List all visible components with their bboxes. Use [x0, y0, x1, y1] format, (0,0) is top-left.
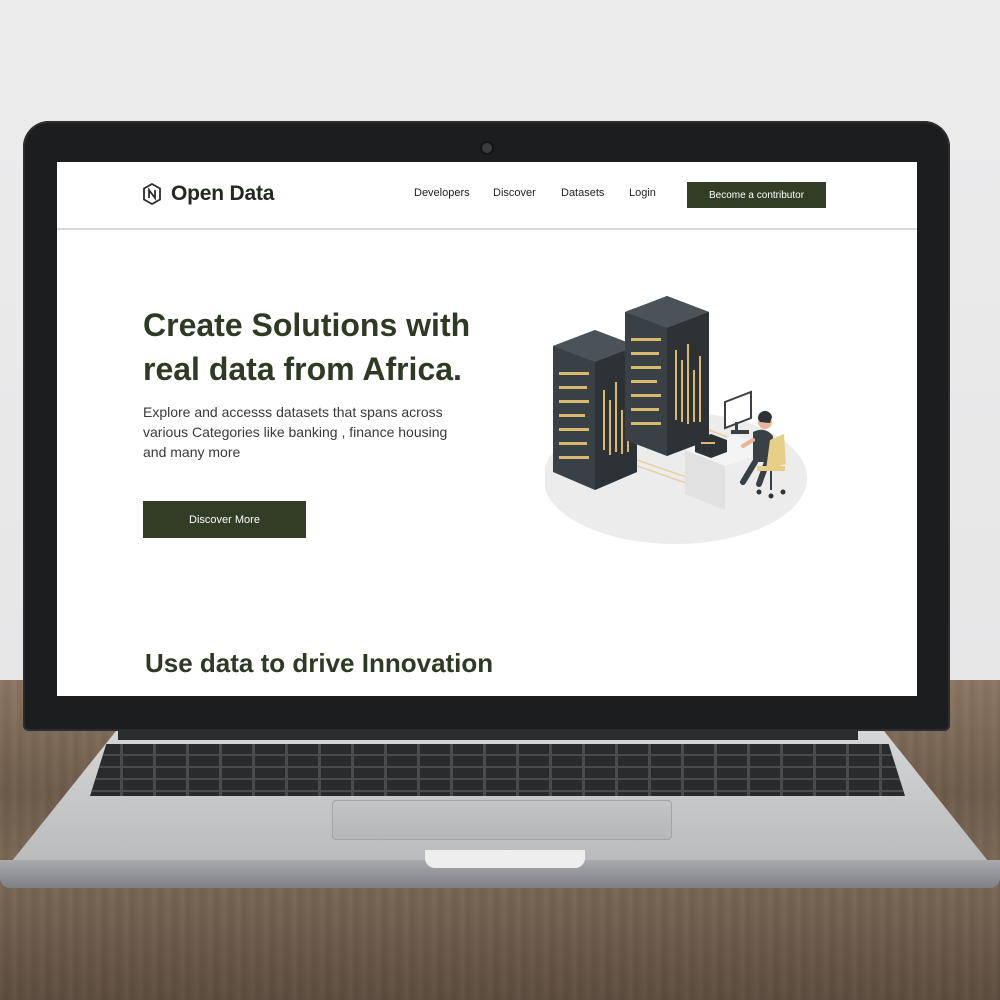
discover-more-button[interactable]: Discover More: [143, 501, 306, 538]
laptop-notch: [425, 850, 585, 868]
nav-login[interactable]: Login: [629, 187, 656, 199]
laptop-screen: Open Data Developers Discover Datasets L…: [57, 162, 917, 696]
hero-title-line-2: real data from Africa.: [143, 351, 462, 387]
nav-discover[interactable]: Discover: [493, 187, 536, 199]
hero-subtitle: Explore and accesss datasets that spans …: [143, 404, 448, 460]
become-contributor-button[interactable]: Become a contributor: [687, 182, 826, 208]
section-title: Use data to drive Innovation: [145, 648, 494, 678]
laptop-keyboard: [90, 744, 905, 796]
nav-datasets[interactable]: Datasets: [561, 187, 604, 199]
nav-developers[interactable]: Developers: [414, 187, 470, 199]
site-header: Open Data Developers Discover Datasets L…: [57, 162, 917, 230]
hero-title: Create Solutions with real data from Afr…: [143, 303, 523, 391]
hero-title-line-1: Create Solutions with: [143, 307, 471, 343]
laptop-trackpad: [332, 800, 672, 840]
site-logo[interactable]: Open Data: [143, 182, 274, 206]
hexagon-n-logo-icon: [143, 183, 161, 205]
brand-name: Open Data: [171, 182, 275, 205]
webcam-icon: [482, 143, 492, 153]
server-rack-illustration-icon: [545, 296, 807, 544]
